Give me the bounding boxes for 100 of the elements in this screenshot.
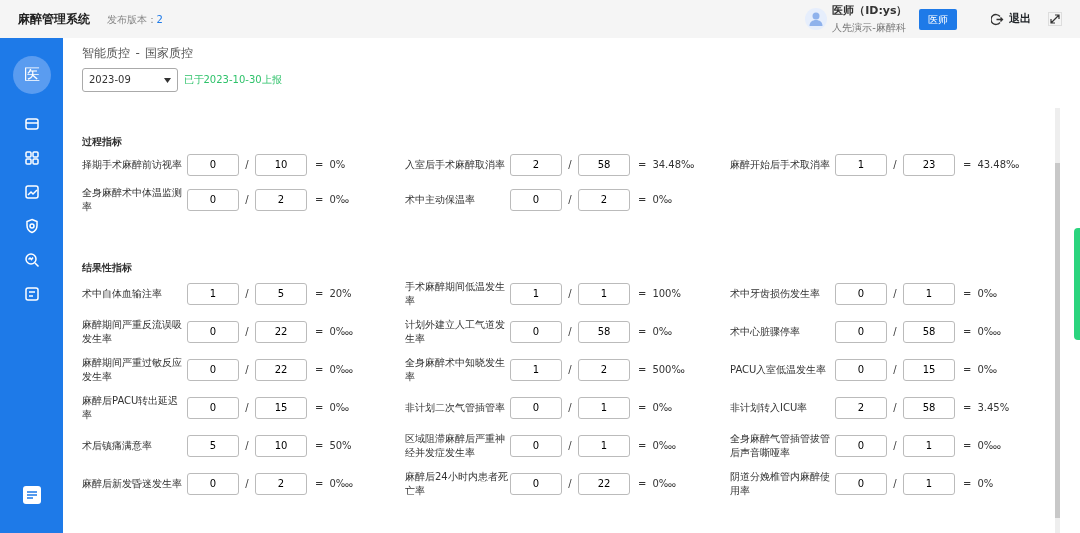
user-department: 人先演示-麻醉科: [832, 20, 907, 35]
logout-button[interactable]: 退出: [989, 9, 1032, 29]
numerator-field[interactable]: 0: [510, 434, 562, 457]
slash-text: /: [244, 287, 250, 301]
denominator-field[interactable]: 1: [903, 282, 955, 305]
denominator-field[interactable]: 2: [578, 188, 630, 211]
indicator-label: 手术麻醉期间低温发生率: [405, 279, 506, 308]
equals-text: =: [963, 158, 972, 172]
slash-text: /: [244, 158, 250, 172]
denominator-field[interactable]: 23: [903, 153, 955, 176]
equals-text: =: [963, 325, 972, 339]
rate-value: 0‰: [977, 363, 998, 377]
indicator-label: 全身麻醉术中知晓发生率: [405, 355, 506, 384]
indicator-label: 择期手术麻醉前访视率: [82, 157, 183, 172]
rate-value: 0‰: [329, 401, 350, 415]
rate-value: 0%: [329, 158, 346, 172]
denominator-field[interactable]: 1: [578, 396, 630, 419]
indicator-label: 术中心脏骤停率: [730, 324, 801, 339]
slash-text: /: [892, 287, 898, 301]
numerator-field[interactable]: 1: [510, 282, 562, 305]
indicator-label: 术后镇痛满意率: [82, 438, 153, 453]
numerator-field[interactable]: 5: [187, 434, 239, 457]
equals-text: =: [963, 477, 972, 491]
equals-text: =: [963, 401, 972, 415]
slash-text: /: [244, 193, 250, 207]
denominator-field[interactable]: 2: [255, 188, 307, 211]
rate-value: 0‱: [329, 363, 354, 377]
denominator-field[interactable]: 58: [578, 320, 630, 343]
numerator-field[interactable]: 0: [835, 358, 887, 381]
fullscreen-icon[interactable]: [1048, 12, 1062, 26]
denominator-field[interactable]: 58: [903, 320, 955, 343]
denominator-field[interactable]: 1: [578, 434, 630, 457]
numerator-field[interactable]: 1: [835, 153, 887, 176]
search-icon[interactable]: [23, 252, 40, 268]
denominator-field[interactable]: 1: [578, 282, 630, 305]
equals-text: =: [315, 439, 324, 453]
denominator-field[interactable]: 1: [903, 434, 955, 457]
numerator-field[interactable]: 0: [835, 434, 887, 457]
denominator-field[interactable]: 10: [255, 153, 307, 176]
numerator-field[interactable]: 1: [187, 282, 239, 305]
indicator-label: 麻醉开始后手术取消率: [730, 157, 831, 172]
numerator-field[interactable]: 0: [510, 472, 562, 495]
numerator-field[interactable]: 2: [835, 396, 887, 419]
user-name: 医师（ID:ys）: [832, 3, 908, 20]
numerator-field[interactable]: 1: [510, 358, 562, 381]
numerator-field[interactable]: 0: [187, 320, 239, 343]
numerator-field[interactable]: 2: [510, 153, 562, 176]
role-button[interactable]: 医师: [918, 8, 957, 30]
denominator-field[interactable]: 58: [578, 153, 630, 176]
notes-icon[interactable]: [21, 485, 42, 505]
denominator-field[interactable]: 1: [903, 472, 955, 495]
chart-icon[interactable]: [23, 184, 40, 200]
numerator-field[interactable]: 0: [835, 472, 887, 495]
equals-text: =: [638, 158, 647, 172]
numerator-field[interactable]: 0: [187, 472, 239, 495]
app-title: 麻醉管理系统: [18, 11, 90, 28]
numerator-field[interactable]: 0: [187, 358, 239, 381]
denominator-field[interactable]: 2: [255, 472, 307, 495]
indicator-label: 麻醉期间严重过敏反应发生率: [82, 355, 183, 384]
grid-icon[interactable]: [23, 150, 40, 166]
equals-text: =: [315, 158, 324, 172]
rate-value: 0‰: [652, 401, 673, 415]
month-select[interactable]: 2023-09: [82, 67, 178, 92]
numerator-field[interactable]: 0: [187, 153, 239, 176]
denominator-field[interactable]: 15: [255, 396, 307, 419]
denominator-field[interactable]: 15: [903, 358, 955, 381]
denominator-field[interactable]: 10: [255, 434, 307, 457]
equals-text: =: [638, 363, 647, 377]
breadcrumb-item[interactable]: 国家质控: [145, 44, 194, 62]
denominator-field[interactable]: 58: [903, 396, 955, 419]
rate-value: 43.48‰: [977, 158, 1020, 172]
numerator-field[interactable]: 0: [187, 188, 239, 211]
numerator-field[interactable]: 0: [510, 396, 562, 419]
shield-icon[interactable]: [23, 218, 40, 234]
rate-value: 34.48‰: [652, 158, 695, 172]
denominator-field[interactable]: 22: [255, 358, 307, 381]
numerator-field[interactable]: 0: [835, 282, 887, 305]
slash-text: /: [892, 325, 898, 339]
breadcrumb-item[interactable]: 智能质控: [82, 44, 130, 62]
indicator-label: 阴道分娩椎管内麻醉使用率: [730, 469, 831, 498]
rate-value: 100%: [652, 287, 681, 301]
slash-text: /: [244, 477, 250, 491]
denominator-field[interactable]: 2: [578, 358, 630, 381]
rate-value: 50%: [329, 439, 352, 453]
numerator-field[interactable]: 0: [510, 188, 562, 211]
numerator-field[interactable]: 0: [187, 396, 239, 419]
numerator-field[interactable]: 0: [835, 320, 887, 343]
scrollbar[interactable]: [1055, 108, 1060, 533]
denominator-field[interactable]: 22: [255, 320, 307, 343]
numerator-field[interactable]: 0: [510, 320, 562, 343]
card-icon[interactable]: [23, 116, 40, 132]
denominator-field[interactable]: 22: [578, 472, 630, 495]
denominator-field[interactable]: 5: [255, 282, 307, 305]
indicator-label: 术中主动保温率: [405, 192, 476, 207]
document-icon[interactable]: [23, 286, 40, 302]
breadcrumb-separator: -: [135, 45, 140, 62]
rate-value: 0‱: [329, 325, 354, 339]
slash-text: /: [892, 158, 898, 172]
slash-text: /: [567, 401, 573, 415]
section-title: 结果性指标: [82, 260, 133, 275]
